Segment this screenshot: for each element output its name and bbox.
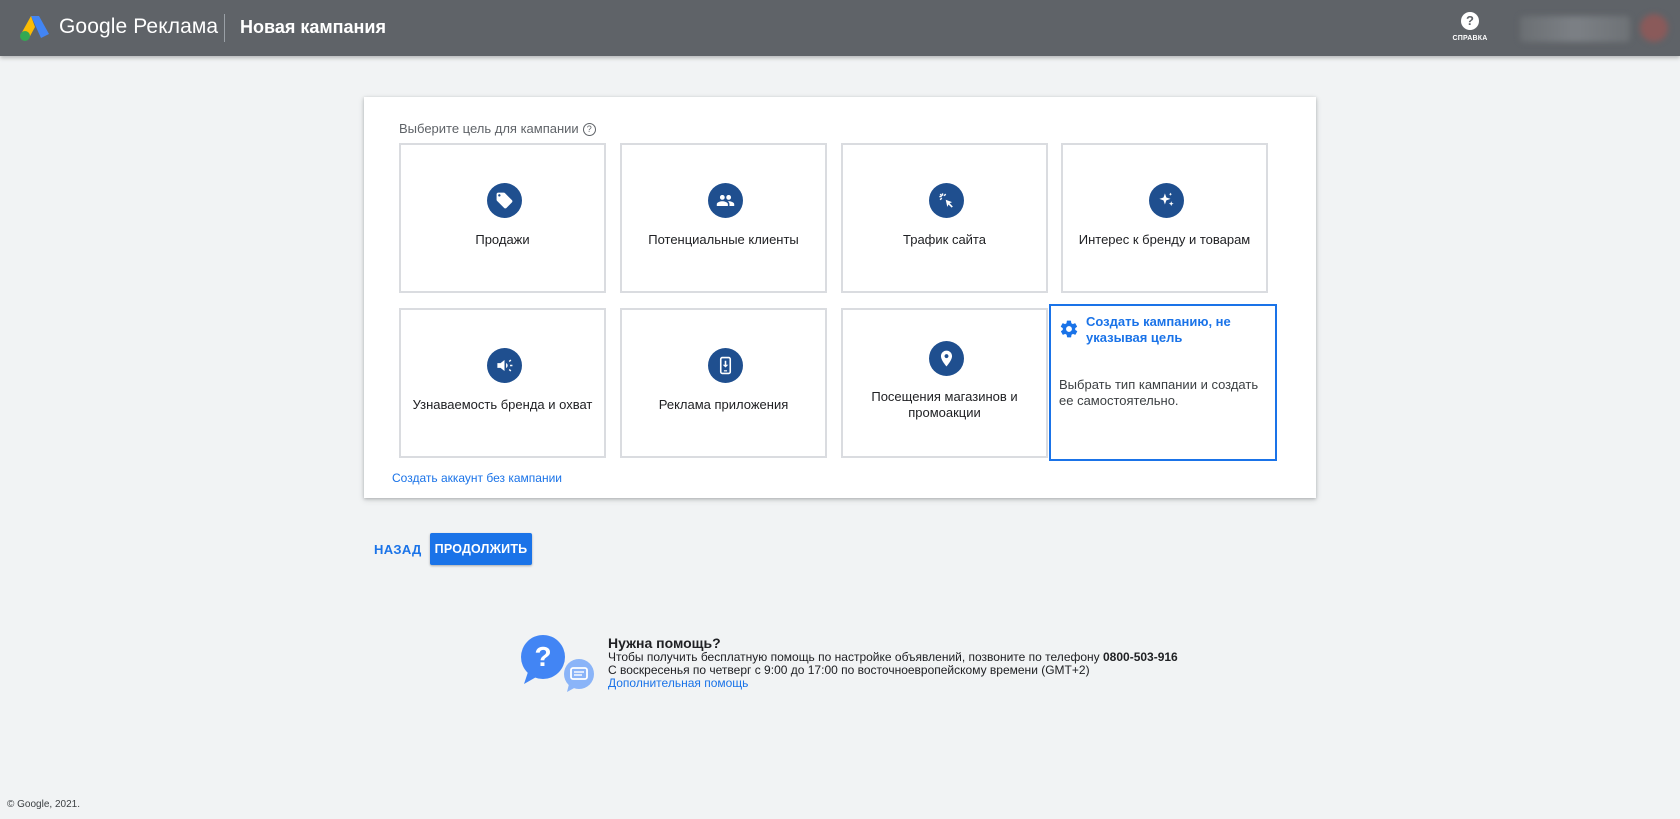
footer-copyright: © Google, 2021. <box>7 799 80 810</box>
goal-tile-store-visits[interactable]: Посещения магазинов и промоакции <box>841 308 1048 458</box>
goal-tile-label: Интерес к бренду и товарам <box>1078 232 1251 247</box>
megaphone-icon <box>487 348 522 383</box>
goal-tile-label: Потенциальные клиенты <box>648 232 799 247</box>
header-divider <box>224 14 225 42</box>
goal-tile-label: Посещения магазинов и промоакции <box>871 389 1018 420</box>
location-pin-icon <box>929 341 964 376</box>
goal-tile-label: Реклама приложения <box>658 397 789 412</box>
goal-tile-label: Продажи <box>475 232 530 247</box>
people-icon <box>708 183 743 218</box>
help-phone-text: Чтобы получить бесплатную помощь по наст… <box>608 650 1103 664</box>
goal-tile-sales[interactable]: Продажи <box>399 143 606 293</box>
goal-tile-leads[interactable]: Потенциальные клиенты <box>620 143 827 293</box>
goal-tile-brand-awareness[interactable]: Узнаваемость бренда и охват <box>399 308 606 458</box>
google-ads-logo-icon[interactable] <box>20 14 50 42</box>
goal-heading: Выберите цель для кампании? <box>399 121 596 136</box>
sparkle-icon <box>1149 183 1184 218</box>
svg-text:?: ? <box>534 641 551 672</box>
account-info-blurred[interactable] <box>1520 16 1630 42</box>
goal-selection-card: Выберите цель для кампании? Продажи Поте… <box>364 97 1316 498</box>
help-illustration-icon: ? <box>521 635 594 692</box>
gear-icon <box>1060 320 1078 338</box>
more-help-link[interactable]: Дополнительная помощь <box>608 677 1228 690</box>
help-button-label: СПРАВКА <box>1452 35 1488 42</box>
create-account-without-campaign-link[interactable]: Создать аккаунт без кампании <box>392 471 562 485</box>
no-goal-description: Выбрать тип кампании и создать ее самост… <box>1059 377 1259 408</box>
goal-tile-label: Узнаваемость бренда и охват <box>412 397 593 412</box>
help-section: Нужна помощь? Чтобы получить бесплатную … <box>608 635 1228 690</box>
page-title: Новая кампания <box>240 17 386 37</box>
goal-heading-text: Выберите цель для кампании <box>399 121 579 136</box>
back-button[interactable]: НАЗАД <box>370 534 426 566</box>
phone-download-icon <box>708 348 743 383</box>
cursor-click-icon <box>929 183 964 218</box>
brand-name: Google Реклама <box>59 15 219 38</box>
help-phone-number: 0800-503-916 <box>1103 650 1178 664</box>
goal-tile-no-goal[interactable]: Создать кампанию, не указывая цель Выбра… <box>1049 304 1277 461</box>
goal-tile-label: Трафик сайта <box>903 232 986 247</box>
goal-tile-brand-interest[interactable]: Интерес к бренду и товарам <box>1061 143 1268 293</box>
question-icon: ? <box>1461 12 1479 30</box>
help-button[interactable]: ? СПРАВКА <box>1446 10 1494 46</box>
goal-tile-app-promotion[interactable]: Реклама приложения <box>620 308 827 458</box>
continue-button[interactable]: ПРОДОЛЖИТЬ <box>430 533 532 565</box>
avatar[interactable] <box>1640 14 1668 42</box>
top-bar: Google Реклама Новая кампания ? СПРАВКА <box>0 0 1680 56</box>
tag-icon <box>487 183 522 218</box>
help-circle-icon[interactable]: ? <box>582 123 596 136</box>
help-title: Нужна помощь? <box>608 635 721 651</box>
no-goal-title: Создать кампанию, не указывая цель <box>1086 314 1231 345</box>
goal-tile-website-traffic[interactable]: Трафик сайта <box>841 143 1048 293</box>
